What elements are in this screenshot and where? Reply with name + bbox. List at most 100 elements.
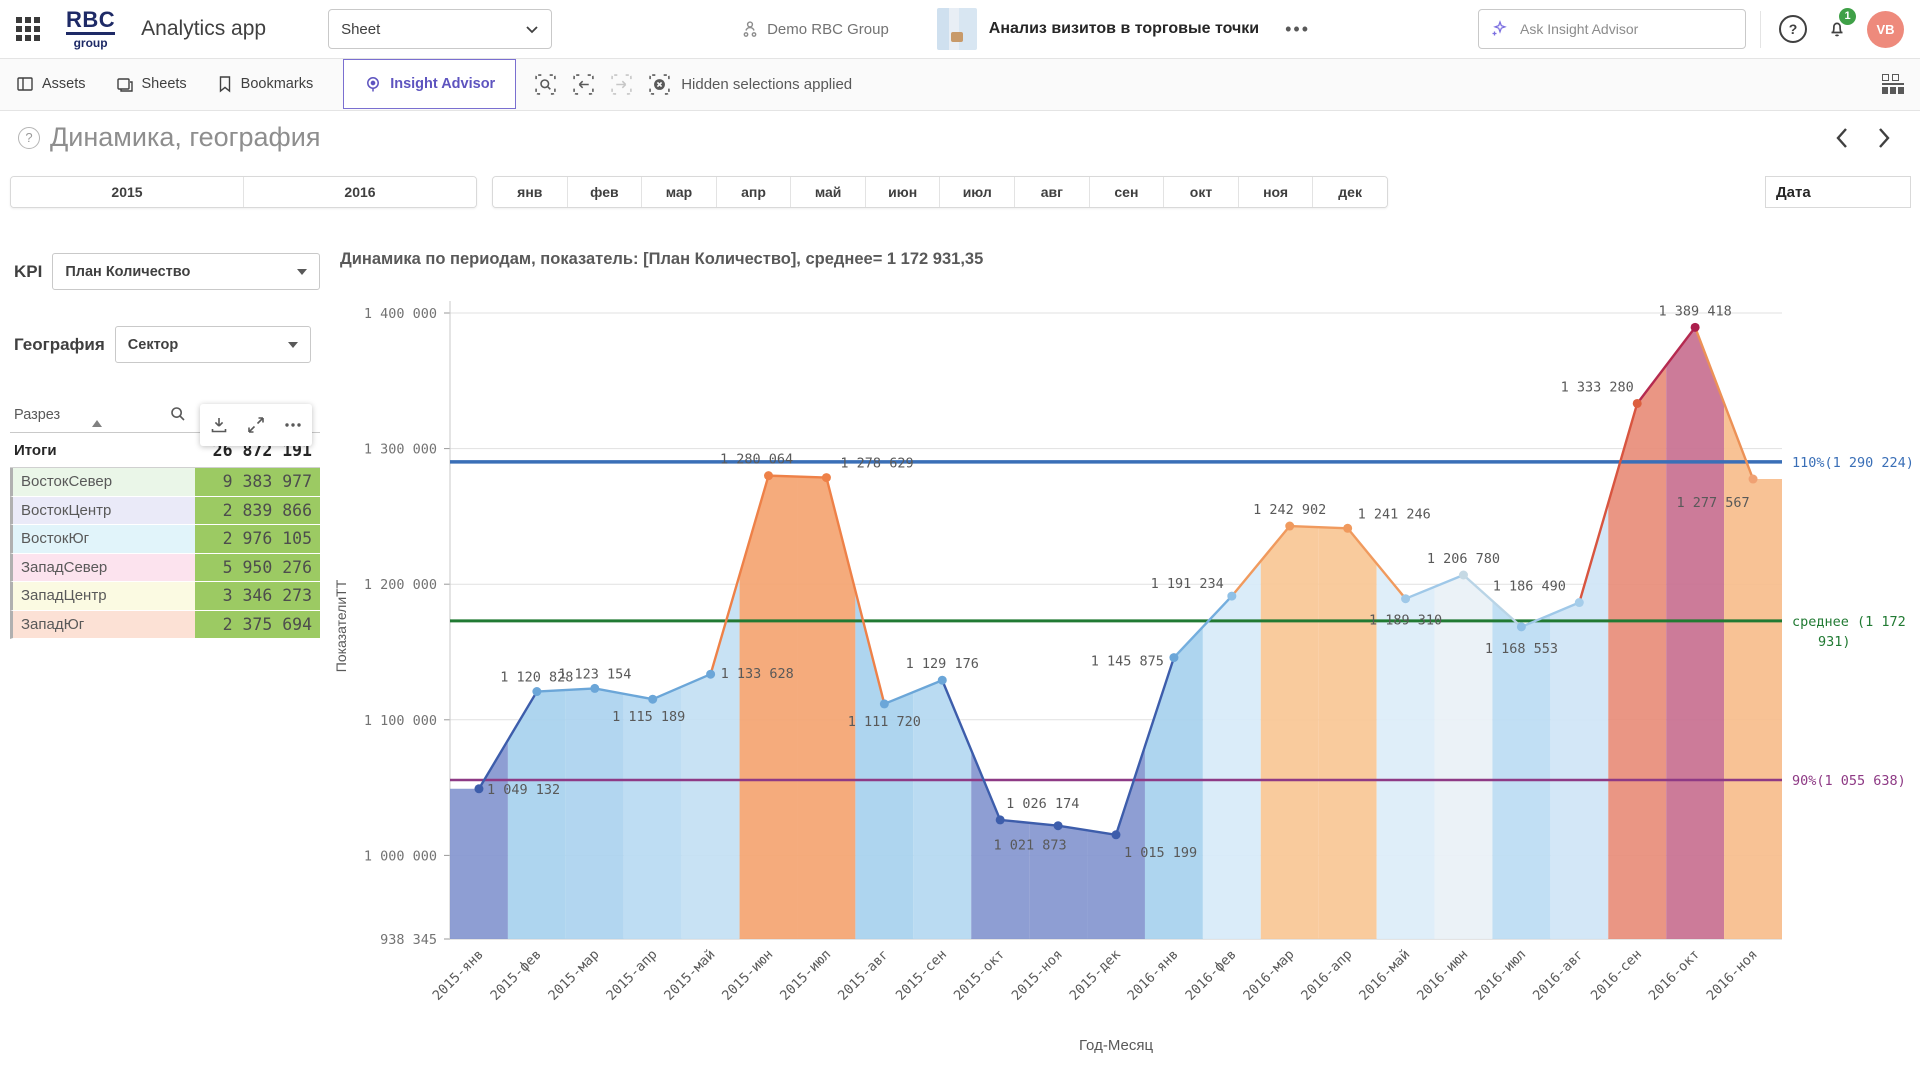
- app-launcher-icon[interactable]: [16, 17, 40, 41]
- x-tick-label[interactable]: 2015-сен: [893, 947, 950, 1004]
- row-value-cell[interactable]: 9 383 977: [195, 468, 320, 497]
- kpi-dropdown[interactable]: План Количество: [52, 253, 320, 290]
- data-point[interactable]: [1517, 622, 1526, 631]
- filter-month-июн[interactable]: июн: [865, 177, 940, 207]
- sheets-tab[interactable]: Sheets: [108, 58, 195, 110]
- row-dimension-cell[interactable]: ЗападЦентр: [10, 582, 195, 611]
- x-tick-label[interactable]: 2015-май: [661, 947, 718, 1004]
- data-point[interactable]: [1285, 522, 1294, 531]
- sheet-info-icon[interactable]: ?: [18, 127, 40, 149]
- data-point[interactable]: [1169, 653, 1178, 662]
- row-dimension-cell[interactable]: ВостокСевер: [10, 468, 195, 497]
- filter-month-сен[interactable]: сен: [1089, 177, 1164, 207]
- clear-selections-icon[interactable]: [648, 73, 671, 96]
- x-tick-label[interactable]: 2016-окт: [1646, 947, 1703, 1004]
- sheet-selector-dropdown[interactable]: Sheet: [328, 9, 552, 49]
- x-tick-label[interactable]: 2015-фев: [487, 947, 544, 1004]
- geo-dropdown[interactable]: Сектор: [115, 326, 311, 363]
- data-point[interactable]: [1343, 524, 1352, 533]
- ask-insight-advisor-box[interactable]: [1478, 9, 1746, 49]
- row-dimension-cell[interactable]: ЗападЮг: [10, 611, 195, 640]
- data-point[interactable]: [1112, 830, 1121, 839]
- x-tick-label[interactable]: 2015-авг: [835, 947, 892, 1004]
- x-tick-label[interactable]: 2015-ноя: [1009, 947, 1066, 1004]
- filter-month-фев[interactable]: фев: [567, 177, 642, 207]
- data-point[interactable]: [1459, 571, 1468, 580]
- x-tick-label[interactable]: 2015-июн: [719, 947, 776, 1004]
- table-search-icon[interactable]: [168, 404, 188, 424]
- row-value-cell[interactable]: 2 839 866: [195, 497, 320, 526]
- data-point[interactable]: [1054, 821, 1063, 830]
- previous-sheet-icon[interactable]: [1834, 126, 1850, 150]
- data-point[interactable]: [880, 699, 889, 708]
- x-tick-label[interactable]: 2015-дек: [1067, 947, 1124, 1004]
- x-tick-label[interactable]: 2016-фев: [1182, 947, 1239, 1004]
- x-tick-label[interactable]: 2016-янв: [1124, 947, 1181, 1004]
- x-tick-label[interactable]: 2016-апр: [1298, 947, 1355, 1004]
- filter-month-апр[interactable]: апр: [716, 177, 791, 207]
- fullscreen-icon[interactable]: [246, 415, 266, 435]
- step-back-icon[interactable]: [572, 73, 595, 96]
- more-options-icon[interactable]: •••: [1285, 19, 1310, 40]
- filter-year-2016[interactable]: 2016: [243, 177, 476, 207]
- insight-advisor-tab[interactable]: Insight Advisor: [343, 59, 516, 109]
- data-point[interactable]: [590, 684, 599, 693]
- data-point[interactable]: [532, 687, 541, 696]
- filter-month-дек[interactable]: дек: [1312, 177, 1387, 207]
- data-point[interactable]: [764, 471, 773, 480]
- row-dimension-cell[interactable]: ВостокЮг: [10, 525, 195, 554]
- x-tick-label[interactable]: 2015-апр: [603, 947, 660, 1004]
- data-point[interactable]: [996, 815, 1005, 824]
- x-tick-label[interactable]: 2016-мар: [1240, 947, 1297, 1004]
- data-point[interactable]: [1227, 592, 1236, 601]
- x-tick-label[interactable]: 2015-мар: [545, 947, 602, 1004]
- x-tick-label[interactable]: 2016-авг: [1530, 947, 1587, 1004]
- assets-tab[interactable]: Assets: [8, 58, 94, 110]
- download-icon[interactable]: [209, 415, 229, 435]
- user-avatar[interactable]: VB: [1867, 11, 1904, 48]
- smart-search-icon[interactable]: [534, 73, 557, 96]
- bookmarks-tab[interactable]: Bookmarks: [209, 58, 322, 110]
- data-point[interactable]: [1691, 323, 1700, 332]
- dynamics-area-chart[interactable]: 938 3451 000 0001 100 0001 200 0001 300 …: [330, 282, 1920, 1080]
- help-icon[interactable]: ?: [1779, 15, 1807, 43]
- filter-year-2015[interactable]: 2015: [11, 177, 243, 207]
- data-point[interactable]: [1749, 475, 1758, 484]
- data-point[interactable]: [706, 670, 715, 679]
- date-filter-box[interactable]: Дата: [1765, 176, 1911, 208]
- x-tick-label[interactable]: 2015-июл: [777, 947, 834, 1004]
- x-tick-label[interactable]: 2016-июн: [1414, 947, 1471, 1004]
- row-dimension-cell[interactable]: ВостокЦентр: [10, 497, 195, 526]
- data-point[interactable]: [822, 473, 831, 482]
- filter-month-авг[interactable]: авг: [1014, 177, 1089, 207]
- x-tick-label[interactable]: 2016-май: [1356, 947, 1413, 1004]
- x-tick-label[interactable]: 2016-сен: [1588, 947, 1645, 1004]
- row-value-cell[interactable]: 2 375 694: [195, 611, 320, 640]
- ask-insight-advisor-input[interactable]: [1518, 20, 1735, 38]
- filter-month-июл[interactable]: июл: [939, 177, 1014, 207]
- data-point[interactable]: [1575, 598, 1584, 607]
- row-value-cell[interactable]: 2 976 105: [195, 525, 320, 554]
- data-point[interactable]: [1633, 399, 1642, 408]
- filter-month-ноя[interactable]: ноя: [1238, 177, 1313, 207]
- sort-ascending-icon[interactable]: [92, 420, 102, 427]
- sheet-layout-icon[interactable]: [1882, 74, 1904, 94]
- filter-month-май[interactable]: май: [790, 177, 865, 207]
- row-value-cell[interactable]: 3 346 273: [195, 582, 320, 611]
- row-value-cell[interactable]: 5 950 276: [195, 554, 320, 583]
- x-tick-label[interactable]: 2015-янв: [429, 947, 486, 1004]
- row-dimension-cell[interactable]: ЗападСевер: [10, 554, 195, 583]
- filter-month-янв[interactable]: янв: [493, 177, 567, 207]
- notifications-bell-icon[interactable]: 1: [1825, 15, 1849, 44]
- data-point[interactable]: [1401, 594, 1410, 603]
- data-point[interactable]: [474, 784, 483, 793]
- owner-name[interactable]: Demo RBC Group: [767, 21, 889, 38]
- filter-month-мар[interactable]: мар: [641, 177, 716, 207]
- data-point[interactable]: [648, 695, 657, 704]
- data-point[interactable]: [938, 676, 947, 685]
- x-tick-label[interactable]: 2016-июл: [1472, 947, 1529, 1004]
- x-tick-label[interactable]: 2016-ноя: [1704, 947, 1761, 1004]
- more-menu-icon[interactable]: [283, 415, 303, 435]
- filter-month-окт[interactable]: окт: [1163, 177, 1238, 207]
- table-column-header[interactable]: Разрез: [10, 407, 60, 423]
